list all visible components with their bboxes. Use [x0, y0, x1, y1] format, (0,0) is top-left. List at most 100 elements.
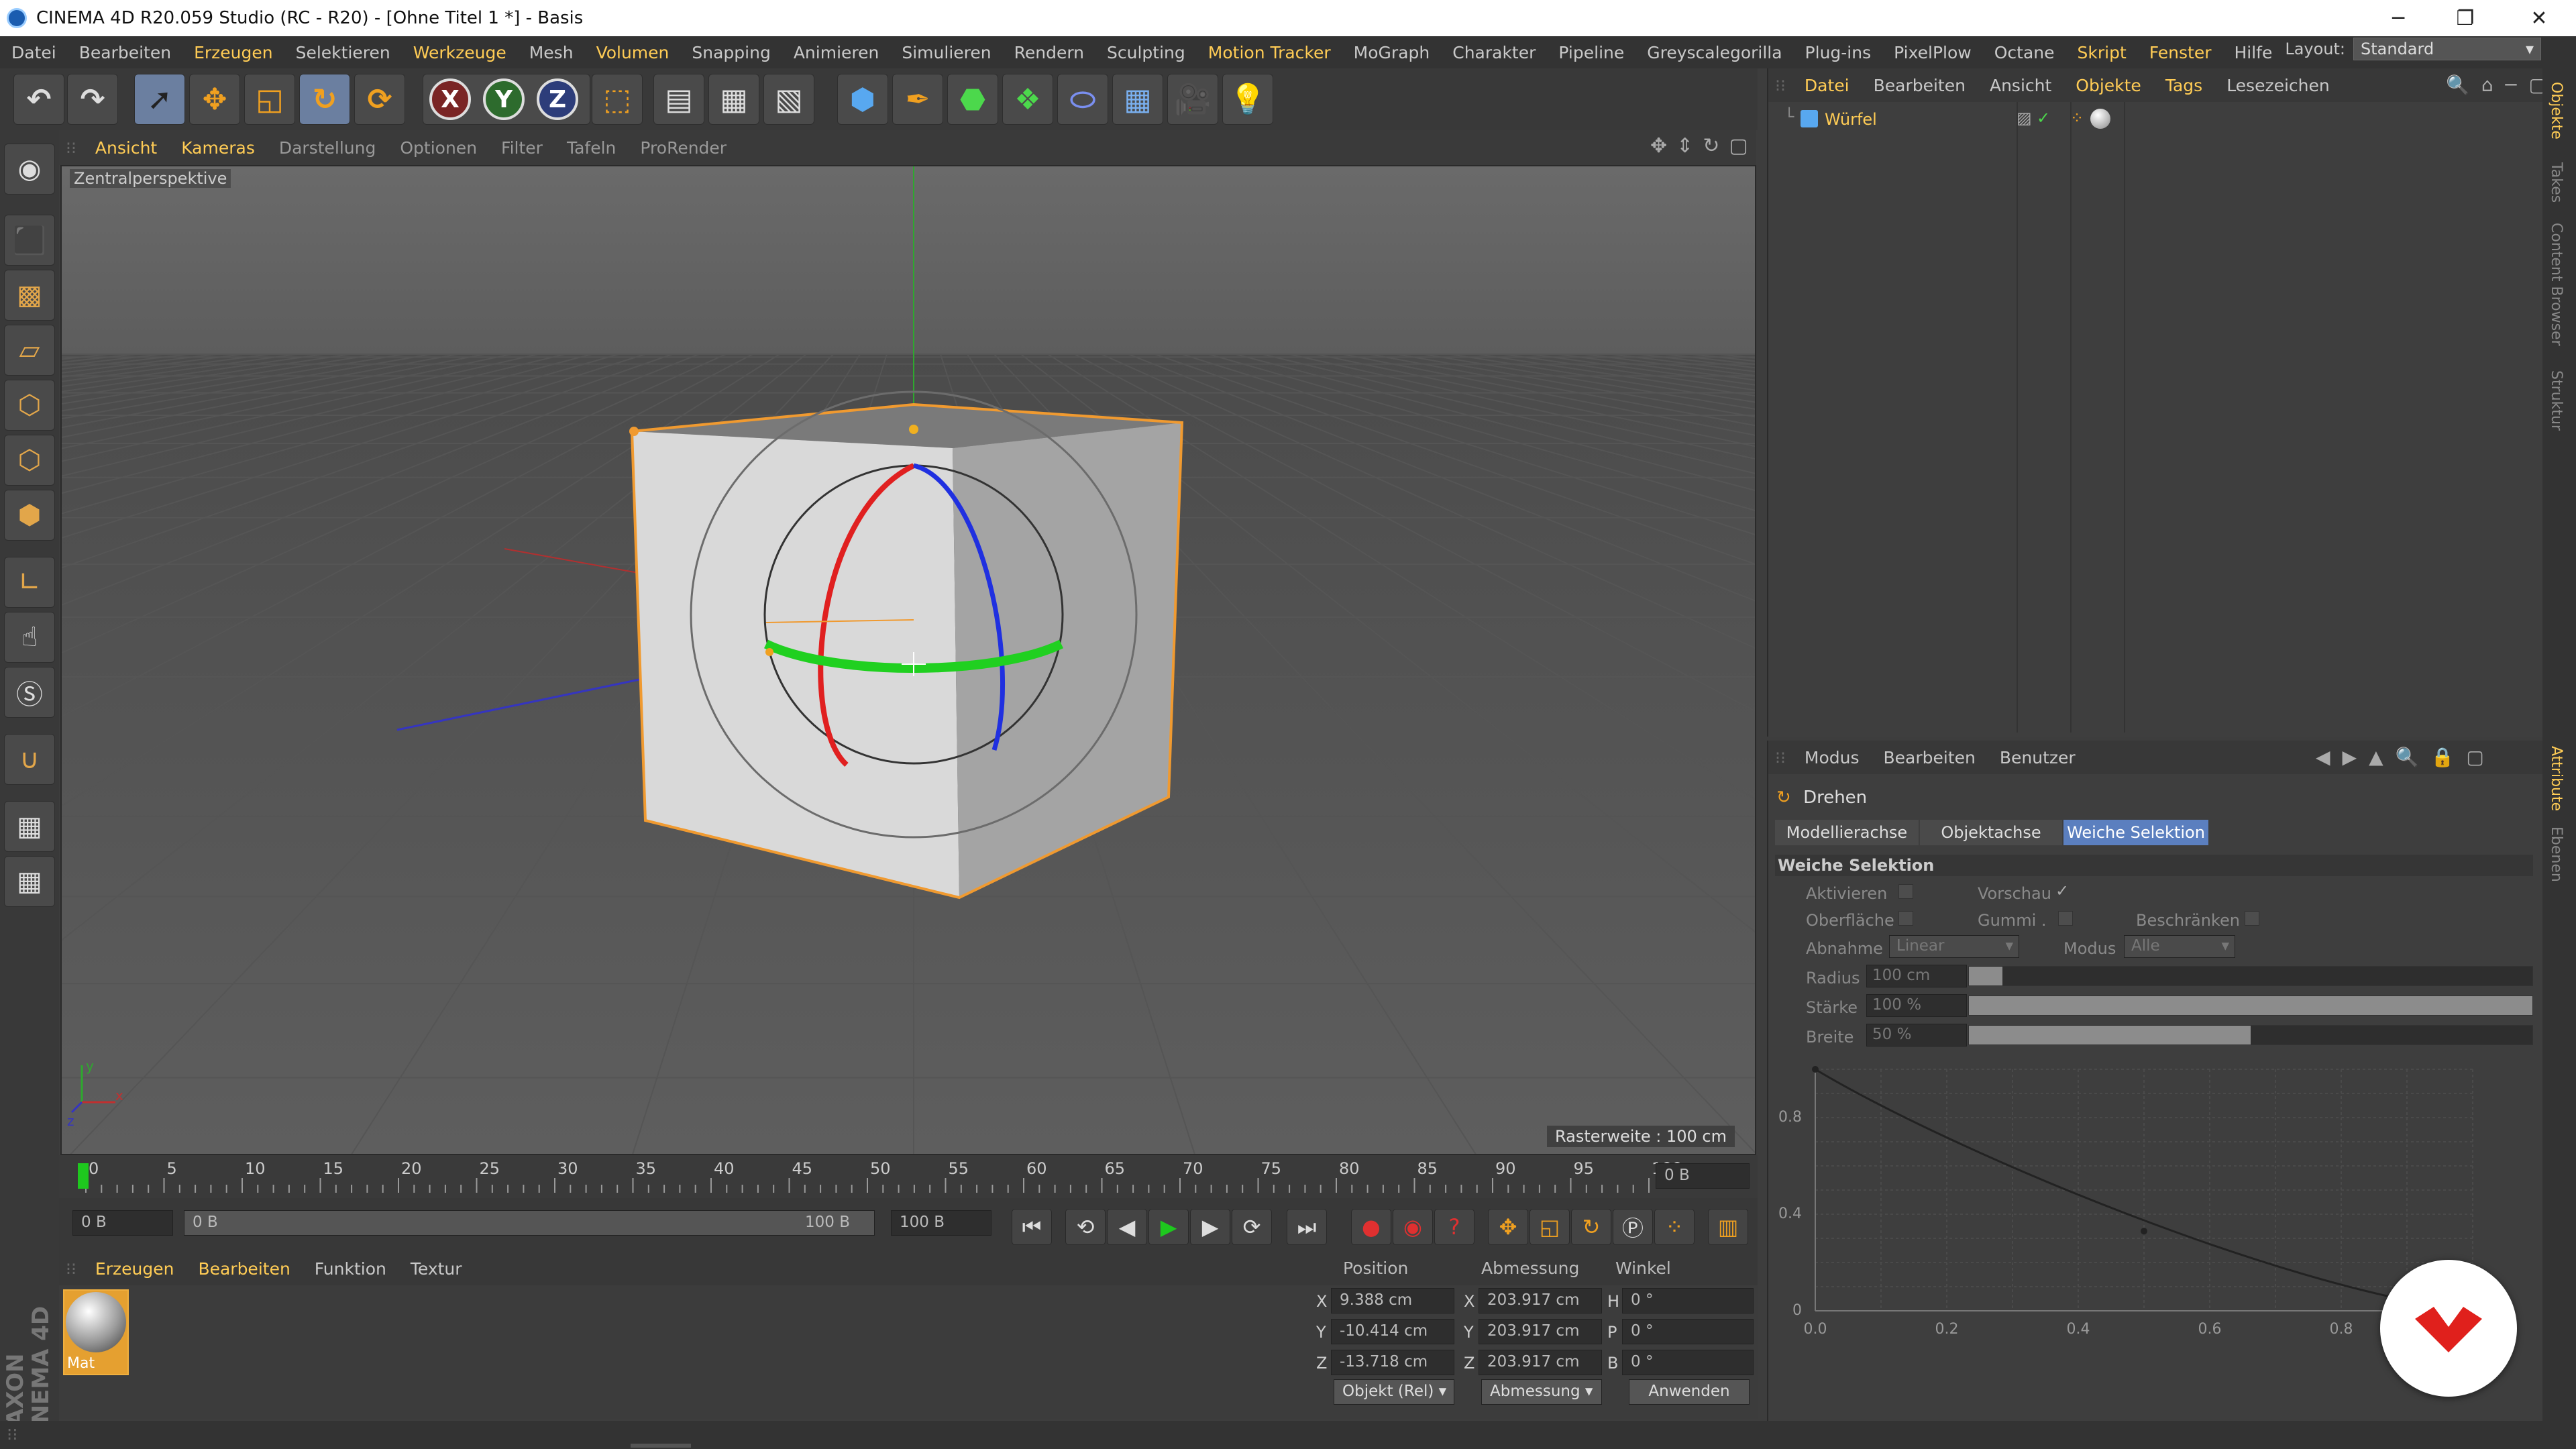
pan-icon[interactable]: ✥	[1650, 134, 1667, 158]
rotate-icon[interactable]: ↻	[299, 74, 350, 125]
layout-dropdown[interactable]: Standard ▾	[2353, 38, 2541, 60]
lock-icon[interactable]: 🔒	[2431, 746, 2455, 768]
staerke-slider[interactable]	[1968, 996, 2533, 1016]
menu-skript[interactable]: Skript	[2066, 43, 2138, 62]
solo-icon[interactable]: Ⓢ	[4, 667, 55, 718]
side-tab-struktur[interactable]: Struktur	[2548, 370, 2565, 431]
preview-range-slider[interactable]: 0 B 100 B	[184, 1210, 875, 1236]
rotation-h-field[interactable]: 0 °	[1622, 1288, 1754, 1313]
deformer-icon[interactable]: ⬭	[1057, 74, 1108, 125]
key-rotation-icon[interactable]: ↻	[1571, 1209, 1611, 1245]
workplane-mode-icon[interactable]: ▱	[4, 325, 55, 376]
side-tab-objekte[interactable]: Objekte	[2548, 82, 2565, 140]
recent-tool-icon[interactable]: ⟳	[354, 74, 405, 125]
tab-objektachse[interactable]: Objektachse	[1920, 820, 2062, 845]
oberflaeche-checkbox[interactable]	[1898, 911, 1913, 926]
points-mode-icon[interactable]: ⬡	[4, 380, 55, 431]
go-to-start-icon[interactable]: ⏮	[1012, 1209, 1052, 1245]
snap-icon[interactable]: ∪	[4, 734, 55, 785]
gummi-checkbox[interactable]	[2058, 911, 2073, 926]
cube-object[interactable]	[629, 402, 1184, 900]
attribute-menu-modus[interactable]: Modus	[1792, 748, 1872, 767]
cube-icon[interactable]: ⬢	[837, 74, 888, 125]
model-mode-icon[interactable]: ⬛	[4, 215, 55, 266]
object-menu-lesezeichen[interactable]: Lesezeichen	[2214, 76, 2342, 95]
menu-plug-ins[interactable]: Plug-ins	[1794, 43, 1883, 62]
beschraenken-checkbox[interactable]	[2245, 911, 2259, 926]
menu-sculpting[interactable]: Sculpting	[1095, 43, 1197, 62]
search-icon[interactable]: 🔍	[2396, 746, 2419, 768]
menu-greyscalegorilla[interactable]: Greyscalegorilla	[1635, 43, 1793, 62]
size-y-field[interactable]: 203.917 cm	[1479, 1319, 1602, 1344]
go-to-end-icon[interactable]: ⏭	[1287, 1209, 1327, 1245]
menu-pipeline[interactable]: Pipeline	[1547, 43, 1635, 62]
enabled-check-icon[interactable]: ✓	[2037, 109, 2050, 127]
floor-icon[interactable]: ▦	[1112, 74, 1163, 125]
menu-simulieren[interactable]: Simulieren	[890, 43, 1002, 62]
previous-frame-icon[interactable]: ◀	[1107, 1209, 1147, 1245]
up-arrow-icon[interactable]: ▲	[2369, 746, 2383, 768]
position-z-field[interactable]: -13.718 cm	[1331, 1350, 1454, 1375]
menu-pixelplow[interactable]: PixelPlow	[1882, 43, 1983, 62]
key-scale-icon[interactable]: ◱	[1529, 1209, 1570, 1245]
apply-button[interactable]: Anwenden	[1629, 1379, 1750, 1405]
pen-icon[interactable]: ✒	[892, 74, 943, 125]
attribute-menu-bearbeiten[interactable]: Bearbeiten	[1872, 748, 1988, 767]
material-tag-icon[interactable]	[2090, 109, 2110, 129]
radius-field[interactable]: 100 cm	[1866, 965, 1967, 987]
back-arrow-icon[interactable]: ◀	[2316, 746, 2330, 768]
render-view-icon[interactable]: ▤	[653, 74, 704, 125]
object-menu-objekte[interactable]: Objekte	[2063, 76, 2153, 95]
breite-field[interactable]: 50 %	[1866, 1024, 1967, 1046]
texture-mode-icon[interactable]: ▩	[4, 270, 55, 321]
start-frame-field[interactable]: 0 B	[72, 1210, 173, 1236]
vorschau-checkbox[interactable]: ✓	[2055, 881, 2069, 900]
object-menu-tags[interactable]: Tags	[2153, 76, 2214, 95]
playhead[interactable]	[78, 1163, 89, 1189]
camera-icon[interactable]: 🎥	[1167, 74, 1218, 125]
staerke-field[interactable]: 100 %	[1866, 994, 1967, 1017]
menu-motion-tracker[interactable]: Motion Tracker	[1197, 43, 1342, 62]
menu-erzeugen[interactable]: Erzeugen	[182, 43, 284, 62]
side-tab-content-browser[interactable]: Content Browser	[2548, 223, 2565, 346]
viewport-menu-tafeln[interactable]: Tafeln	[555, 138, 628, 158]
render-picture-viewer-icon[interactable]: ▦	[708, 74, 759, 125]
orbit-icon[interactable]: ↻	[1703, 134, 1719, 158]
cloner-icon[interactable]: ❖	[1002, 74, 1053, 125]
viewport-menu-darstellung[interactable]: Darstellung	[267, 138, 388, 158]
menu-mesh[interactable]: Mesh	[518, 43, 585, 62]
select-icon[interactable]: ➚	[134, 74, 185, 125]
maximize-view-icon[interactable]: ▢	[1729, 134, 1748, 158]
new-window-icon[interactable]: ▢	[2466, 746, 2483, 768]
edges-mode-icon[interactable]: ⬡	[4, 435, 55, 486]
make-editable-icon[interactable]: ◉	[4, 144, 55, 195]
object-tag-icon[interactable]: ⁘	[2070, 109, 2084, 127]
modus-dropdown[interactable]: Alle ▾	[2124, 935, 2235, 958]
size-mode-dropdown[interactable]: Abmessung ▾	[1481, 1379, 1602, 1405]
menu-datei[interactable]: Datei	[0, 43, 68, 62]
menu-mograph[interactable]: MoGraph	[1342, 43, 1442, 62]
tweak-mode-icon[interactable]: ☝	[4, 612, 55, 663]
collapse-icon[interactable]: ─	[2506, 74, 2517, 96]
viewport-menu-filter[interactable]: Filter	[489, 138, 555, 158]
home-icon[interactable]: ⌂	[2481, 74, 2493, 96]
dolly-icon[interactable]: ⇕	[1676, 134, 1693, 158]
position-y-field[interactable]: -10.414 cm	[1331, 1319, 1454, 1344]
record-icon[interactable]: ●	[1351, 1209, 1391, 1245]
coordinate-system-icon[interactable]: ⬚	[592, 74, 643, 125]
rotation-p-field[interactable]: 0 °	[1622, 1319, 1754, 1344]
visibility-toggle-icon[interactable]: ▨	[2017, 109, 2032, 127]
menu-octane[interactable]: Octane	[1983, 43, 2066, 62]
timeline-ruler[interactable]: 0510152025303540455055606570758085909510…	[59, 1155, 1758, 1198]
play-icon[interactable]: ▶	[1148, 1209, 1189, 1245]
planar-workplane-icon[interactable]: ▦	[4, 856, 55, 907]
menu-snapping[interactable]: Snapping	[680, 43, 782, 62]
side-tab-ebenen[interactable]: Ebenen	[2548, 826, 2565, 882]
object-menu-ansicht[interactable]: Ansicht	[1978, 76, 2063, 95]
viewport-menu-kameras[interactable]: Kameras	[169, 138, 267, 158]
menu-charakter[interactable]: Charakter	[1441, 43, 1547, 62]
autokey-icon[interactable]: ◉	[1393, 1209, 1433, 1245]
breite-slider[interactable]	[1968, 1025, 2533, 1045]
material-menu-erzeugen[interactable]: Erzeugen	[83, 1259, 186, 1279]
redo-icon[interactable]: ↷	[67, 74, 118, 125]
